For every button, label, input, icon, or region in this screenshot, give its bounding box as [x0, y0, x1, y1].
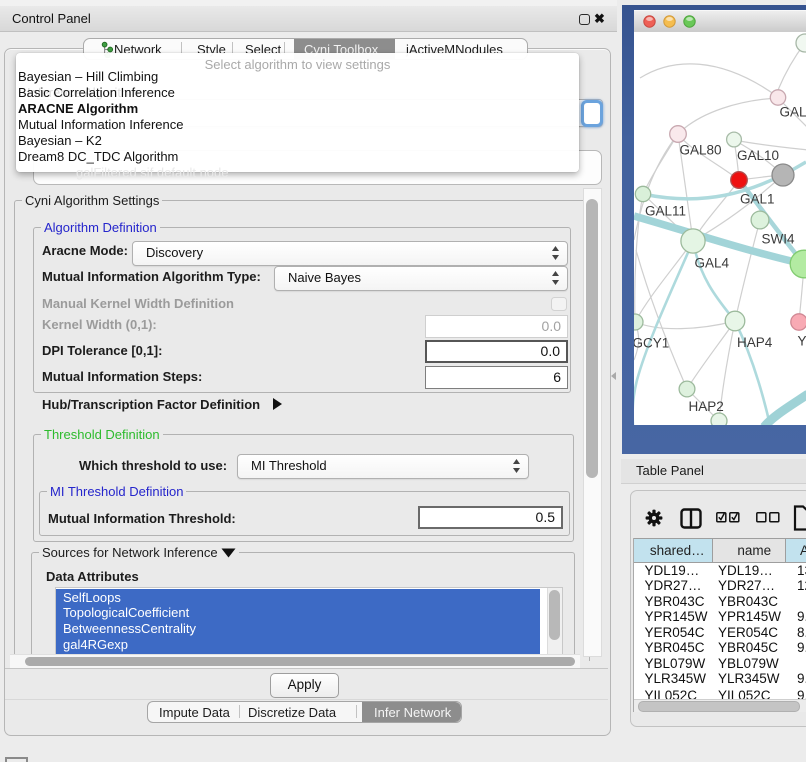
svg-text:GAL10: GAL10 [737, 148, 779, 163]
svg-text:GAL80: GAL80 [780, 105, 806, 120]
svg-text:GAL4: GAL4 [695, 256, 730, 271]
svg-text:GAL11: GAL11 [645, 204, 686, 219]
svg-text:SWI4: SWI4 [762, 232, 795, 247]
svg-text:Y: Y [798, 334, 806, 349]
svg-text:GCY1: GCY1 [634, 336, 669, 351]
svg-text:GAL80: GAL80 [680, 143, 722, 158]
svg-text:HAP2: HAP2 [689, 399, 724, 414]
svg-text:HAP4: HAP4 [737, 335, 773, 350]
svg-text:GAL1: GAL1 [740, 192, 775, 207]
